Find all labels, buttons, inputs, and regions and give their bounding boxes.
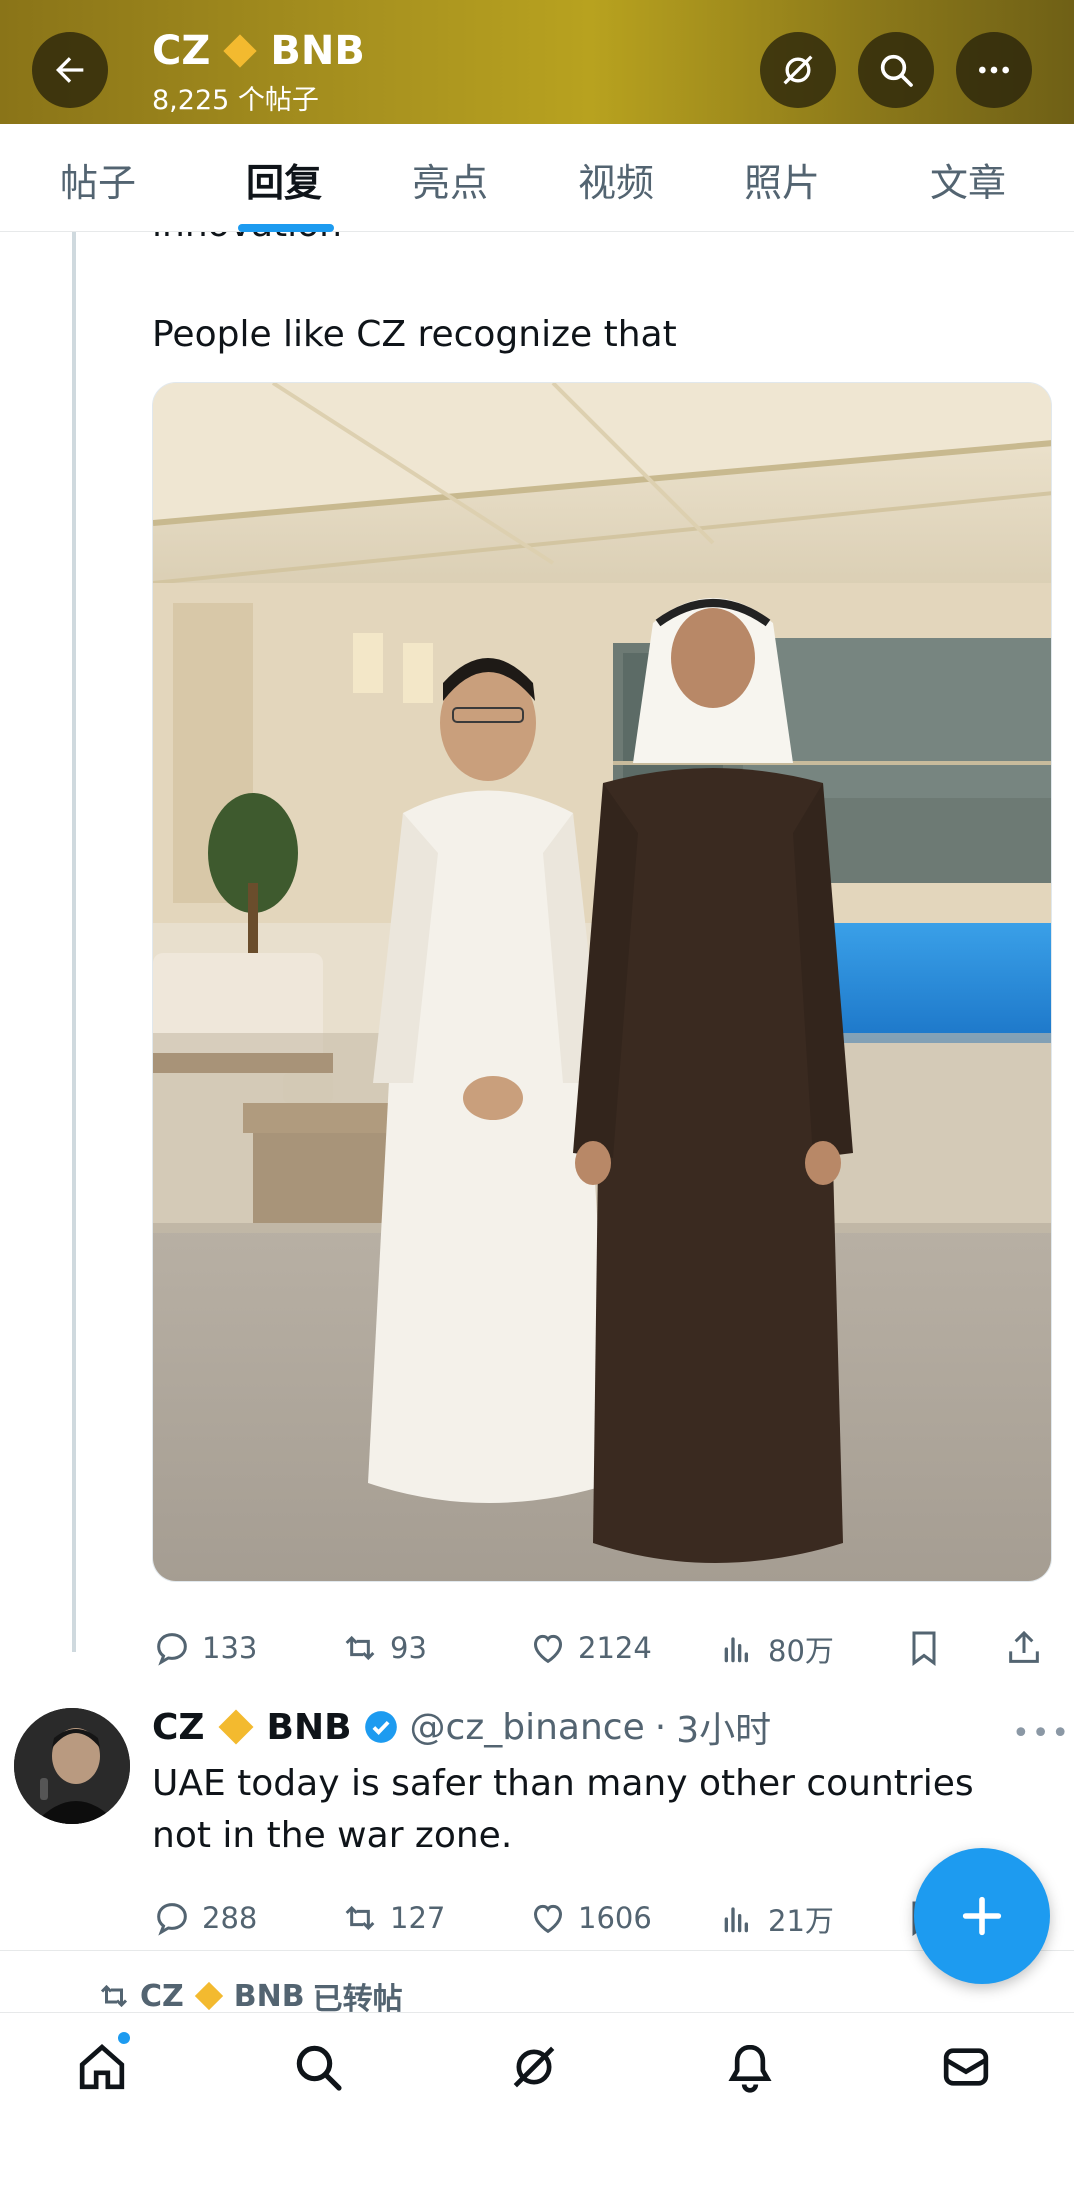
tab-videos[interactable]: 视频 (578, 152, 654, 207)
back-arrow-icon (56, 57, 84, 83)
tweet-photo[interactable] (152, 382, 1052, 1582)
notifications-icon (728, 2044, 772, 2093)
reply-button[interactable]: 133 (152, 1628, 257, 1668)
home-notification-dot (118, 2032, 130, 2044)
reply-count: 288 (202, 1901, 258, 1935)
reply-author-first[interactable]: CZ (152, 1707, 205, 1748)
bnb-diamond-icon (218, 1709, 254, 1745)
repost-button[interactable]: 93 (340, 1628, 427, 1668)
nav-messages[interactable] (936, 2037, 996, 2097)
views-icon (724, 1907, 748, 1933)
tab-highlights[interactable]: 亮点 (412, 152, 488, 207)
divider (0, 1950, 1074, 1951)
like-button[interactable]: 1606 (528, 1898, 652, 1938)
system-bottom-area (0, 2132, 1074, 2212)
compose-button[interactable] (914, 1848, 1050, 1984)
share-button[interactable] (1004, 1628, 1044, 1668)
tweet-actions: 133 93 2124 80万 (152, 1628, 1052, 1676)
post-count: 8,225 个帖子 (152, 85, 319, 116)
avatar[interactable] (14, 1708, 130, 1824)
view-count: 21万 (768, 1904, 834, 1938)
views-button[interactable]: 21万 (718, 1898, 834, 1940)
reply-button[interactable]: 288 (152, 1898, 257, 1938)
views-button[interactable]: 80万 (718, 1628, 834, 1670)
reply-icon (157, 1903, 187, 1936)
repost-author-second: BNB (233, 1978, 305, 2013)
plus-icon (962, 1896, 1002, 1936)
bookmark-button[interactable] (904, 1628, 944, 1668)
like-button[interactable]: 2124 (528, 1628, 652, 1668)
search-icon (880, 54, 913, 87)
profile-header: CZ BNB 8,225 个帖子 (0, 0, 1074, 124)
heart-icon (533, 1634, 563, 1664)
reply-header: CZ BNB @cz_binance · 3小时 (152, 1700, 771, 1754)
verified-badge-icon (364, 1711, 397, 1743)
timeline[interactable]: innovation People like CZ recognize that (0, 232, 1074, 2012)
like-count: 2124 (578, 1631, 652, 1665)
grok-icon (513, 2046, 555, 2088)
tab-replies[interactable]: 回复 (246, 152, 322, 207)
like-count: 1606 (578, 1901, 652, 1935)
profile-name-second: BNB (270, 28, 365, 74)
repost-suffix: 已转帖 (312, 1982, 403, 2012)
grok-icon (783, 55, 813, 85)
home-icon (79, 2044, 125, 2090)
search-icon (296, 2045, 342, 2091)
profile-tabs: 帖子 回复 亮点 视频 照片 文章 (0, 124, 1074, 232)
tab-photos[interactable]: 照片 (744, 152, 820, 207)
nav-home[interactable] (72, 2037, 132, 2097)
avatar-image (14, 1708, 130, 1824)
more-icon (979, 66, 1009, 74)
tab-articles[interactable]: 文章 (930, 152, 1006, 207)
profile-name: CZ BNB (152, 28, 365, 74)
heart-icon (533, 1904, 563, 1934)
bookmark-icon (912, 1631, 936, 1666)
nav-grok[interactable] (504, 2037, 564, 2097)
repost-icon (100, 1984, 128, 2008)
grok-button[interactable] (760, 32, 836, 108)
separator-dot: · (654, 1706, 667, 1748)
repost-button[interactable]: 127 (340, 1898, 445, 1938)
reply-time: 3小时 (676, 1710, 772, 1751)
tab-posts[interactable]: 帖子 (60, 152, 136, 207)
repost-icon (345, 1905, 375, 1931)
view-count: 80万 (768, 1634, 834, 1668)
repost-count: 127 (390, 1901, 446, 1935)
tweet-photo-image (153, 383, 1051, 1581)
bnb-diamond-icon (194, 1981, 223, 2011)
views-icon (724, 1637, 748, 1663)
share-icon (1009, 1630, 1039, 1663)
nav-search[interactable] (288, 2037, 348, 2097)
bottom-navigation (0, 2012, 1074, 2132)
more-button[interactable] (956, 32, 1032, 108)
search-button[interactable] (858, 32, 934, 108)
reply-handle[interactable]: @cz_binance (410, 1707, 645, 1748)
reply-count: 133 (202, 1631, 258, 1665)
thread-connector (72, 232, 76, 1652)
reply-author-second[interactable]: BNB (267, 1707, 352, 1748)
nav-notifications[interactable] (720, 2037, 780, 2097)
repost-author-first: CZ (140, 1978, 184, 2013)
profile-name-first: CZ (152, 28, 211, 74)
active-tab-indicator (238, 224, 334, 232)
reply-icon (157, 1633, 187, 1666)
reply-text: UAE today is safer than many other count… (152, 1763, 974, 1856)
repost-count: 93 (390, 1631, 427, 1665)
messages-icon (943, 2048, 989, 2086)
bnb-diamond-icon (223, 34, 258, 68)
tweet-text: People like CZ recognize that (152, 314, 677, 355)
tweet-text-cut: innovation (152, 232, 342, 245)
repost-icon (345, 1635, 375, 1661)
tweet-more-icon[interactable]: ••• (1012, 1716, 1071, 1751)
repost-indicator[interactable]: CZ BNB 已转帖 (96, 1974, 403, 2012)
back-button[interactable] (32, 32, 108, 108)
